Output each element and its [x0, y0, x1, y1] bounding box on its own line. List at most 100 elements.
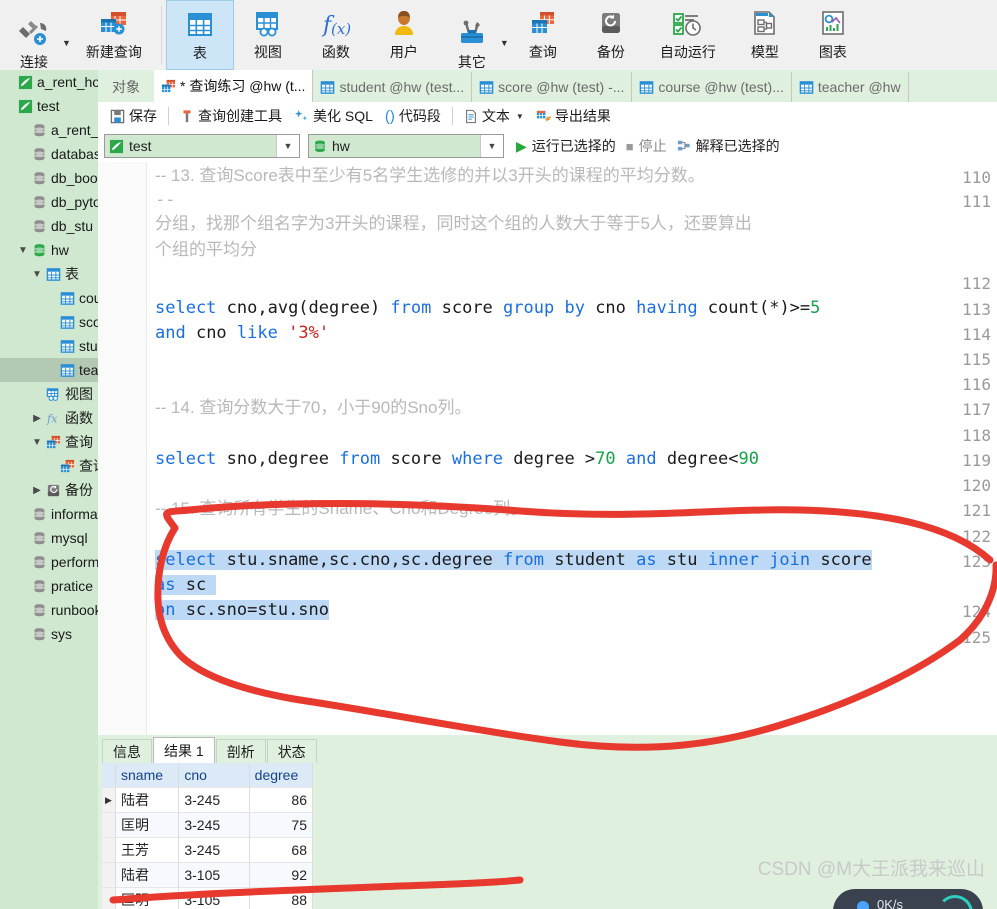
column-header-cno[interactable]: cno — [179, 763, 250, 788]
tree-item-sco[interactable]: sco — [0, 310, 98, 334]
column-header-degree[interactable]: degree — [249, 763, 313, 788]
cell-cno[interactable]: 3-245 — [179, 813, 250, 838]
tree-item-db-stu[interactable]: db_stu — [0, 214, 98, 238]
text-view-button[interactable]: 文本 ▼ — [458, 105, 530, 127]
floating-widget[interactable]: 0K/s — [833, 889, 983, 909]
sql-editor[interactable]: 110 111 112 113 114 115 116 117 118 119 120 121 122 1… — [98, 162, 997, 735]
tree-item-sys[interactable]: sys — [0, 622, 98, 646]
twisty-expanded-icon[interactable]: ▼ — [30, 437, 44, 448]
ribbon-button-new-query[interactable]: 新建查询 — [71, 0, 157, 70]
cell-sname[interactable]: 匡明 — [116, 813, 180, 838]
tree-item-runbook[interactable]: runbook — [0, 598, 98, 622]
tree-item-test[interactable]: test — [0, 94, 98, 118]
cell-sname[interactable]: 陆君 — [116, 863, 180, 888]
save-button[interactable]: 保存 — [104, 105, 163, 127]
ribbon-button-view[interactable]: 视图 — [234, 0, 302, 70]
export-result-button[interactable]: 导出结果 — [530, 105, 617, 127]
cell-degree[interactable]: 92 — [249, 863, 313, 888]
code-line[interactable]: 分组，找那个组名字为3开头的课程，同时这个组的人数大于等于5人，还要算出 — [155, 214, 752, 234]
connection-dropdown-caret-icon[interactable]: ▼ — [276, 135, 299, 157]
editor-tab-bar[interactable]: 对象 * 查询练习 @hw (t... student @hw (test... s… — [98, 70, 997, 102]
ribbon-button-table[interactable]: 表 — [165, 0, 234, 70]
run-selected-button[interactable]: ▶ 运行已选择的 — [516, 136, 616, 156]
tree-item-db-pyto[interactable]: db_pyto — [0, 190, 98, 214]
database-select[interactable]: hw ▼ — [308, 134, 504, 158]
text-dropdown-caret-icon[interactable]: ▼ — [516, 112, 524, 121]
code-line[interactable]: as sc — [155, 575, 217, 595]
tree-item-informat[interactable]: informat — [0, 502, 98, 526]
code-line[interactable]: -- 14. 查询分数大于70，小于90的Sno列。 — [155, 398, 471, 418]
result-tab-bar[interactable]: 信息 结果 1 剖析 状态 — [102, 737, 318, 763]
table-row[interactable]: 匡明 3-245 75 — [102, 813, 313, 838]
result-tab-1[interactable]: 结果 1 — [153, 737, 215, 763]
code-snippet-button[interactable]: () 代码段 — [379, 105, 447, 127]
table-row[interactable]: 王芳 3-245 68 — [102, 838, 313, 863]
code-line[interactable]: -- 13. 查询Score表中至少有5名学生选修的并以3开头的课程的平均分数。 — [155, 166, 705, 186]
object-tree-sidebar[interactable]: a_rent_houtest a_rent_hdatabas db_book db_p… — [0, 70, 98, 909]
query-builder-button[interactable]: 查询创建工具 — [174, 105, 288, 127]
stop-button[interactable]: ■ 停止 — [626, 136, 667, 156]
code-line[interactable]: select cno,avg(degree) from score group … — [155, 298, 820, 318]
twisty-expanded-icon[interactable]: ▼ — [30, 269, 44, 280]
connect-dropdown-caret-icon[interactable]: ▼ — [62, 38, 71, 48]
tree-item-[interactable]: ▼ 查询 — [0, 430, 98, 454]
cell-sname[interactable]: 王芳 — [116, 838, 180, 863]
editor-toolbar[interactable]: 保存 查询创建工具 美化 SQL () 代码段 文本 ▼ 导出结果 — [98, 102, 997, 130]
tree-item-[interactable]: 视图 — [0, 382, 98, 406]
column-header-sname[interactable]: sname — [116, 763, 180, 788]
cell-degree[interactable]: 86 — [249, 788, 313, 813]
code-line[interactable]: -- 15. 查询所有学生的Sname、Cno和Degree列。 — [155, 499, 527, 519]
editor-tab-3[interactable]: course @hw (test)... — [632, 72, 792, 102]
tree-item-a-rent-h[interactable]: a_rent_h — [0, 118, 98, 142]
tree-item-perform[interactable]: perform — [0, 550, 98, 574]
beautify-sql-button[interactable]: 美化 SQL — [288, 105, 379, 127]
ribbon-button-connect[interactable]: 连接 — [0, 10, 68, 70]
cell-cno[interactable]: 3-245 — [179, 838, 250, 863]
cell-cno[interactable]: 3-105 — [179, 863, 250, 888]
code-line[interactable]: and cno like '3%' — [155, 323, 329, 343]
ribbon-button-user[interactable]: 用户 — [370, 0, 438, 70]
tree-item-[interactable]: ▶ 备份 — [0, 478, 98, 502]
ribbon-button-backup[interactable]: 备份 — [577, 0, 645, 70]
cell-sname[interactable]: 匡明 — [116, 888, 180, 909]
cell-degree[interactable]: 75 — [249, 813, 313, 838]
tree-item-databas[interactable]: databas — [0, 142, 98, 166]
ribbon-button-model[interactable]: 模型 — [731, 0, 799, 70]
result-tab-2[interactable]: 剖析 — [215, 739, 266, 763]
ribbon-button-chart[interactable]: 图表 — [799, 0, 867, 70]
explain-selected-button[interactable]: 解释已选择的 — [677, 136, 780, 156]
table-row[interactable]: ▶ 陆君 3-245 86 — [102, 788, 313, 813]
result-tab-3[interactable]: 状态 — [266, 739, 317, 763]
table-row[interactable]: 匡明 3-105 88 — [102, 888, 313, 909]
code-line[interactable]: select sno,degree from score where degre… — [155, 449, 759, 469]
editor-tab-1[interactable]: student @hw (test... — [313, 72, 473, 102]
ribbon-button-other[interactable]: 其它 — [438, 10, 506, 70]
cell-sname[interactable]: 陆君 — [116, 788, 180, 813]
tree-item-db-book[interactable]: db_book — [0, 166, 98, 190]
tree-item-a-rent-hou[interactable]: a_rent_hou — [0, 70, 98, 94]
cell-degree[interactable]: 68 — [249, 838, 313, 863]
tab-objects[interactable]: 对象 — [98, 72, 154, 102]
editor-tab-0[interactable]: * 查询练习 @hw (t... — [154, 70, 314, 102]
connection-bar[interactable]: test ▼ hw ▼ ▶ 运行已选择的 ■ 停止 解释已选择的 — [98, 130, 997, 162]
result-tab-0[interactable]: 信息 — [102, 739, 152, 763]
connection-select[interactable]: test ▼ — [104, 134, 300, 158]
code-line[interactable]: -- — [155, 190, 175, 210]
cell-cno[interactable]: 3-105 — [179, 888, 250, 909]
cell-cno[interactable]: 3-245 — [179, 788, 250, 813]
tree-item-[interactable]: ▼ 表 — [0, 262, 98, 286]
editor-tab-2[interactable]: score @hw (test) -... — [472, 72, 633, 102]
code-line[interactable]: on sc.sno=stu.sno — [155, 600, 330, 620]
twisty-collapsed-icon[interactable]: ▶ — [30, 485, 44, 496]
tree-item-tea[interactable]: tea — [0, 358, 98, 382]
tree-item-[interactable]: 查询 — [0, 454, 98, 478]
ribbon-button-automation[interactable]: 自动运行 — [645, 0, 731, 70]
tree-item-pratice[interactable]: pratice — [0, 574, 98, 598]
editor-tab-4[interactable]: teacher @hw — [792, 72, 909, 102]
ribbon-button-query[interactable]: 查询 — [509, 0, 577, 70]
result-grid[interactable]: sname cno degree ▶ 陆君 3-245 86 匡明 3-245 75 王芳 3-… — [102, 763, 313, 909]
tree-item-[interactable]: ▶ fx 函数 — [0, 406, 98, 430]
table-row[interactable]: 陆君 3-105 92 — [102, 863, 313, 888]
other-dropdown-caret-icon[interactable]: ▼ — [500, 38, 509, 48]
cell-degree[interactable]: 88 — [250, 888, 313, 909]
